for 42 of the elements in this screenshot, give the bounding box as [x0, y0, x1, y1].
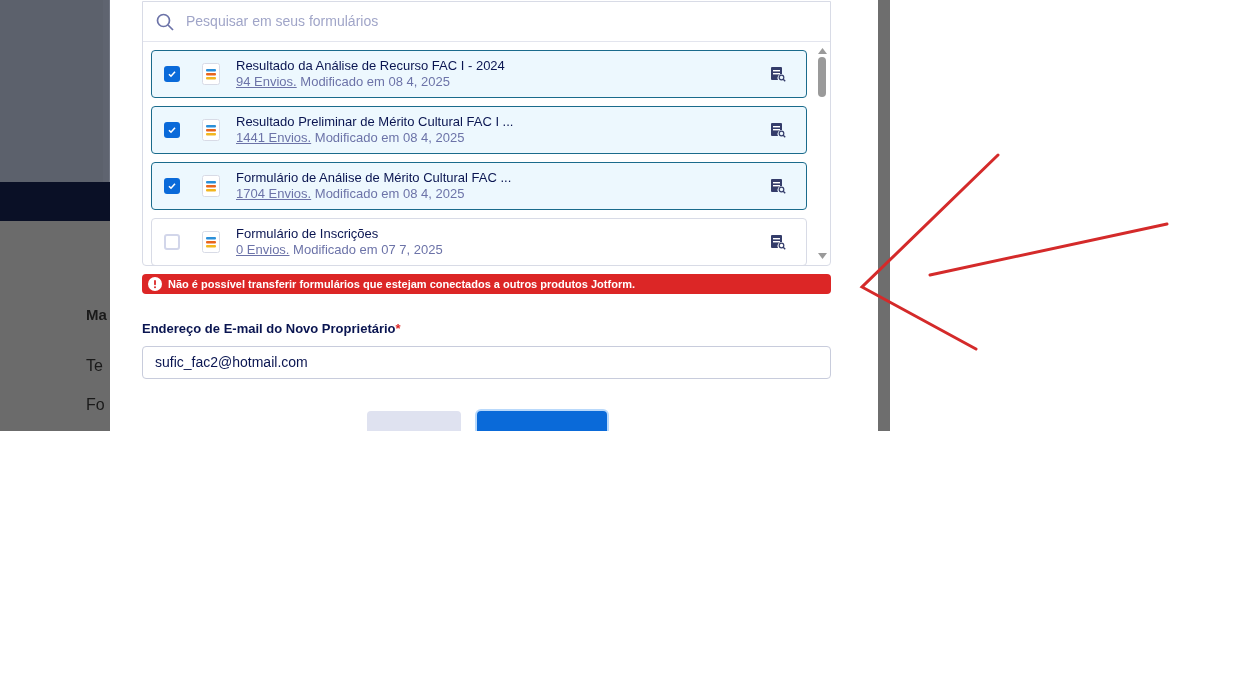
form-list-item[interactable]: Formulário de Análise de Mérito Cultural FAC ... 1704 Envios. Modificado em 08 4, 2025: [151, 162, 807, 210]
form-list-item[interactable]: Resultado da Análise de Recurso FAC I - 2024 94 Envios. Modificado em 08 4, 2025: [151, 50, 807, 98]
submissions-link[interactable]: 94 Envios.: [236, 74, 297, 89]
checkbox[interactable]: [164, 66, 180, 82]
form-list-item[interactable]: Resultado Preliminar de Mérito Cultural FAC I ... 1441 Envios. Modificado em 08 4, 2025: [151, 106, 807, 154]
submissions-link[interactable]: 0 Envios.: [236, 242, 290, 257]
document-search-icon[interactable]: [770, 178, 786, 194]
scroll-up-icon[interactable]: [817, 48, 827, 54]
scrollbar-thumb[interactable]: [818, 57, 826, 97]
search-icon: [156, 12, 174, 31]
scroll-down-icon[interactable]: [817, 253, 827, 259]
modified-date: Modificado em 08 4, 2025: [314, 186, 465, 201]
field-label: Endereço de E-mail do Novo Proprietário*: [142, 320, 402, 337]
document-search-icon[interactable]: [770, 122, 786, 138]
checkmark-icon: [167, 69, 177, 79]
checkmark-icon: [167, 125, 177, 135]
modified-date: Modificado em 08 4, 2025: [314, 130, 465, 145]
form-icon: [202, 175, 220, 197]
form-icon: [202, 231, 220, 253]
document-search-icon[interactable]: [770, 234, 786, 250]
page-text: Te: [86, 358, 104, 374]
error-message: Não é possível transferir formulários que estejam conectados a outros produtos Jotform.: [168, 276, 635, 292]
heading-text: Ma: [86, 307, 108, 322]
submissions-link[interactable]: 1441 Envios.: [236, 130, 312, 145]
checkbox[interactable]: [164, 178, 180, 194]
checkbox[interactable]: [164, 122, 180, 138]
form-icon: [202, 63, 220, 85]
search-field[interactable]: Pesquisar em seus formulários: [186, 11, 817, 32]
checkmark-icon: [167, 181, 177, 191]
checkbox[interactable]: [164, 234, 180, 250]
submissions-link[interactable]: 1704 Envios.: [236, 186, 312, 201]
form-title: Formulário de Inscrições: [236, 226, 380, 242]
form-title: Resultado Preliminar de Mérito Cultural FAC I ...: [236, 114, 515, 130]
page-text: Fo: [86, 397, 106, 413]
document-search-icon[interactable]: [770, 66, 786, 82]
form-icon: [202, 119, 220, 141]
email-field[interactable]: sufic_fac2@hotmail.com: [142, 345, 831, 379]
form-title: Formulário de Análise de Mérito Cultural FAC ...: [236, 170, 513, 186]
modified-date: Modificado em 07 7, 2025: [293, 242, 443, 257]
form-title: Resultado da Análise de Recurso FAC I - 2024: [236, 58, 506, 74]
form-list-item[interactable]: Formulário de Inscrições 0 Envios. Modificado em 07 7, 2025: [151, 218, 807, 265]
modified-date: Modificado em 08 4, 2025: [300, 74, 450, 89]
